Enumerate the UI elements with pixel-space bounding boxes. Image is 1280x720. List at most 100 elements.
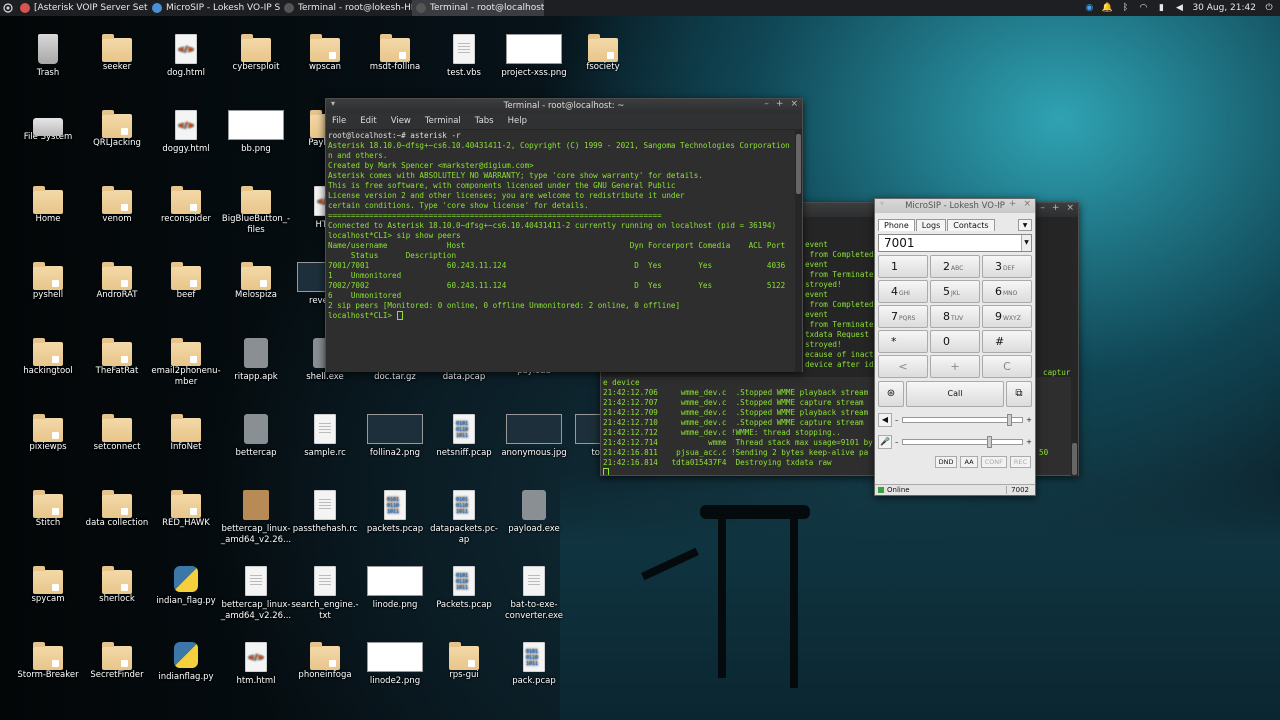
number-input[interactable]: 7001 ▼ [878, 234, 1032, 252]
bluetooth-icon[interactable]: ᛒ [1120, 3, 1130, 13]
speaker-icon[interactable]: ◀ [878, 413, 892, 427]
desktop-icon[interactable]: cybersploit [218, 34, 294, 73]
voicemail-icon[interactable]: ⊛ [878, 381, 904, 407]
desktop-icon[interactable]: email2phonenu-mber [148, 338, 224, 388]
volume-icon[interactable]: ◀ [1174, 3, 1184, 13]
taskbar-task[interactable]: MicroSIP - Lokesh VO-IP Ser... [148, 0, 280, 16]
desktop-icon[interactable]: test.vbs [426, 34, 502, 79]
desktop-icon[interactable]: payload.exe [496, 490, 572, 535]
minimize-icon[interactable]: – [997, 199, 1002, 209]
window-menu-icon[interactable]: ▾ [331, 99, 335, 108]
dialpad-key[interactable]: 2ABC [930, 255, 980, 278]
desktop-icon[interactable]: File System [10, 110, 86, 143]
desktop-icon[interactable]: Home [10, 186, 86, 225]
desktop-icon[interactable]: setconnect [79, 414, 155, 453]
desktop-icon[interactable]: RED_HAWK [148, 490, 224, 529]
mic-volume-slider[interactable] [901, 436, 1024, 448]
minimize-icon[interactable]: – [1040, 203, 1045, 213]
desktop-icon[interactable]: Storm-Breaker [10, 642, 86, 681]
maximize-icon[interactable]: + [1009, 199, 1017, 209]
dialpad-key[interactable]: 9WXYZ [982, 305, 1032, 328]
desktop-icon[interactable]: beef [148, 262, 224, 301]
desktop-icon[interactable]: bettercap [218, 414, 294, 459]
desktop-icon[interactable]: bat-to-exe-converter.exe [496, 566, 572, 622]
menu-item-tabs[interactable]: Tabs [475, 116, 494, 126]
tab-phone[interactable]: Phone [878, 219, 915, 231]
chevron-down-icon[interactable]: ▼ [1021, 235, 1031, 251]
desktop-icon[interactable]: pixiewps [10, 414, 86, 453]
taskbar-task[interactable]: [Asterisk VOIP Server Setup ... [16, 0, 148, 16]
scrollbar[interactable] [1071, 233, 1078, 477]
record-button[interactable]: REC [1009, 456, 1031, 468]
wifi-icon[interactable]: ◠ [1138, 3, 1148, 13]
maximize-icon[interactable]: + [776, 99, 784, 109]
dialpad-key[interactable]: + [930, 355, 980, 378]
microphone-icon[interactable]: 🎤 [878, 435, 892, 449]
dialpad-key[interactable]: 0 [930, 330, 980, 353]
desktop-icon[interactable]: wpscan [287, 34, 363, 73]
desktop-icon[interactable]: hackingtool [10, 338, 86, 377]
desktop-icon[interactable]: InfoNet [148, 414, 224, 453]
desktop-icon[interactable]: indianflag.py [148, 642, 224, 683]
desktop-icon[interactable]: anonymous.jpg [496, 414, 572, 459]
desktop-icon[interactable]: htm.html [218, 642, 294, 687]
microsip-window[interactable]: ▾ MicroSIP - Lokesh VO-IP – + × Phone Logs… [874, 198, 1036, 496]
desktop-icon[interactable]: search_engine.-txt [287, 566, 363, 622]
desktop-icon[interactable]: phoneinfoga [287, 642, 363, 681]
dialpad-key[interactable]: 5JKL [930, 280, 980, 303]
desktop-icon[interactable]: Melospiza [218, 262, 294, 301]
close-icon[interactable]: × [1066, 203, 1074, 213]
network-manager-icon[interactable]: ◉ [1084, 3, 1094, 13]
menu-item-help[interactable]: Help [508, 116, 527, 126]
desktop-icon[interactable]: fsociety [565, 34, 641, 73]
desktop-icon[interactable]: indian_flag.py [148, 566, 224, 607]
menu-item-file[interactable]: File [332, 116, 346, 126]
taskbar-task[interactable]: Terminal - root@localhost: ~ [412, 0, 544, 16]
window-menu-icon[interactable]: ▾ [880, 199, 884, 208]
call-button[interactable]: Call [906, 381, 1004, 407]
desktop-icon[interactable]: project-xss.png [496, 34, 572, 79]
tab-logs[interactable]: Logs [915, 219, 947, 231]
dialpad-key[interactable]: 4GHI [878, 280, 928, 303]
clock[interactable]: 30 Aug, 21:42 [1192, 3, 1256, 13]
desktop-icon[interactable]: packets.pcap [357, 490, 433, 535]
dialpad-key[interactable]: # [982, 330, 1032, 353]
close-icon[interactable]: × [790, 99, 798, 109]
dialpad-key[interactable]: 8TUV [930, 305, 980, 328]
desktop-icon[interactable]: data collection [79, 490, 155, 529]
desktop-icon[interactable]: Stitch [10, 490, 86, 529]
desktop-icon[interactable]: Packets.pcap [426, 566, 502, 611]
desktop-icon[interactable]: msdt-follina [357, 34, 433, 73]
titlebar[interactable]: ▾ MicroSIP - Lokesh VO-IP – + × [875, 199, 1035, 213]
desktop-icon[interactable]: doggy.html [148, 110, 224, 155]
tab-contacts[interactable]: Contacts [947, 219, 995, 231]
dialpad-key[interactable]: 3DEF [982, 255, 1032, 278]
desktop-icon[interactable]: dog.html [148, 34, 224, 79]
desktop-icon[interactable]: Trash [10, 34, 86, 79]
battery-icon[interactable]: ▮ [1156, 3, 1166, 13]
desktop-icon[interactable]: passthehash.rc [287, 490, 363, 535]
app-menu-icon[interactable] [0, 0, 16, 16]
menu-item-edit[interactable]: Edit [360, 116, 376, 126]
video-call-icon[interactable]: ⧉ [1006, 381, 1032, 407]
terminal-output[interactable]: root@localhost:~# asterisk -r Asterisk 18… [326, 130, 796, 372]
desktop-icon[interactable]: ritapp.apk [218, 338, 294, 383]
dialpad-key[interactable]: C [982, 355, 1032, 378]
desktop-icon[interactable]: sherlock [79, 566, 155, 605]
desktop-icon[interactable]: bb.png [218, 110, 294, 155]
desktop-icon[interactable]: datapackets.pc-ap [426, 490, 502, 546]
taskbar-task[interactable]: Terminal - root@lokesh-HP-... [280, 0, 412, 16]
dialpad-key[interactable]: < [878, 355, 928, 378]
speaker-volume-slider[interactable] [901, 414, 1024, 426]
desktop-icon[interactable]: linode2.png [357, 642, 433, 687]
close-icon[interactable]: × [1023, 199, 1031, 209]
desktop-icon[interactable]: linode.png [357, 566, 433, 611]
scrollbar[interactable] [795, 130, 802, 372]
menu-dropdown-icon[interactable]: ▼ [1018, 219, 1032, 231]
desktop-icon[interactable]: BigBlueButton_-files [218, 186, 294, 236]
desktop-icon[interactable]: pyshell [10, 262, 86, 301]
maximize-icon[interactable]: + [1052, 203, 1060, 213]
desktop-icon[interactable]: follina2.png [357, 414, 433, 459]
dnd-button[interactable]: DND [934, 456, 958, 468]
status-text[interactable]: Online [887, 486, 910, 494]
